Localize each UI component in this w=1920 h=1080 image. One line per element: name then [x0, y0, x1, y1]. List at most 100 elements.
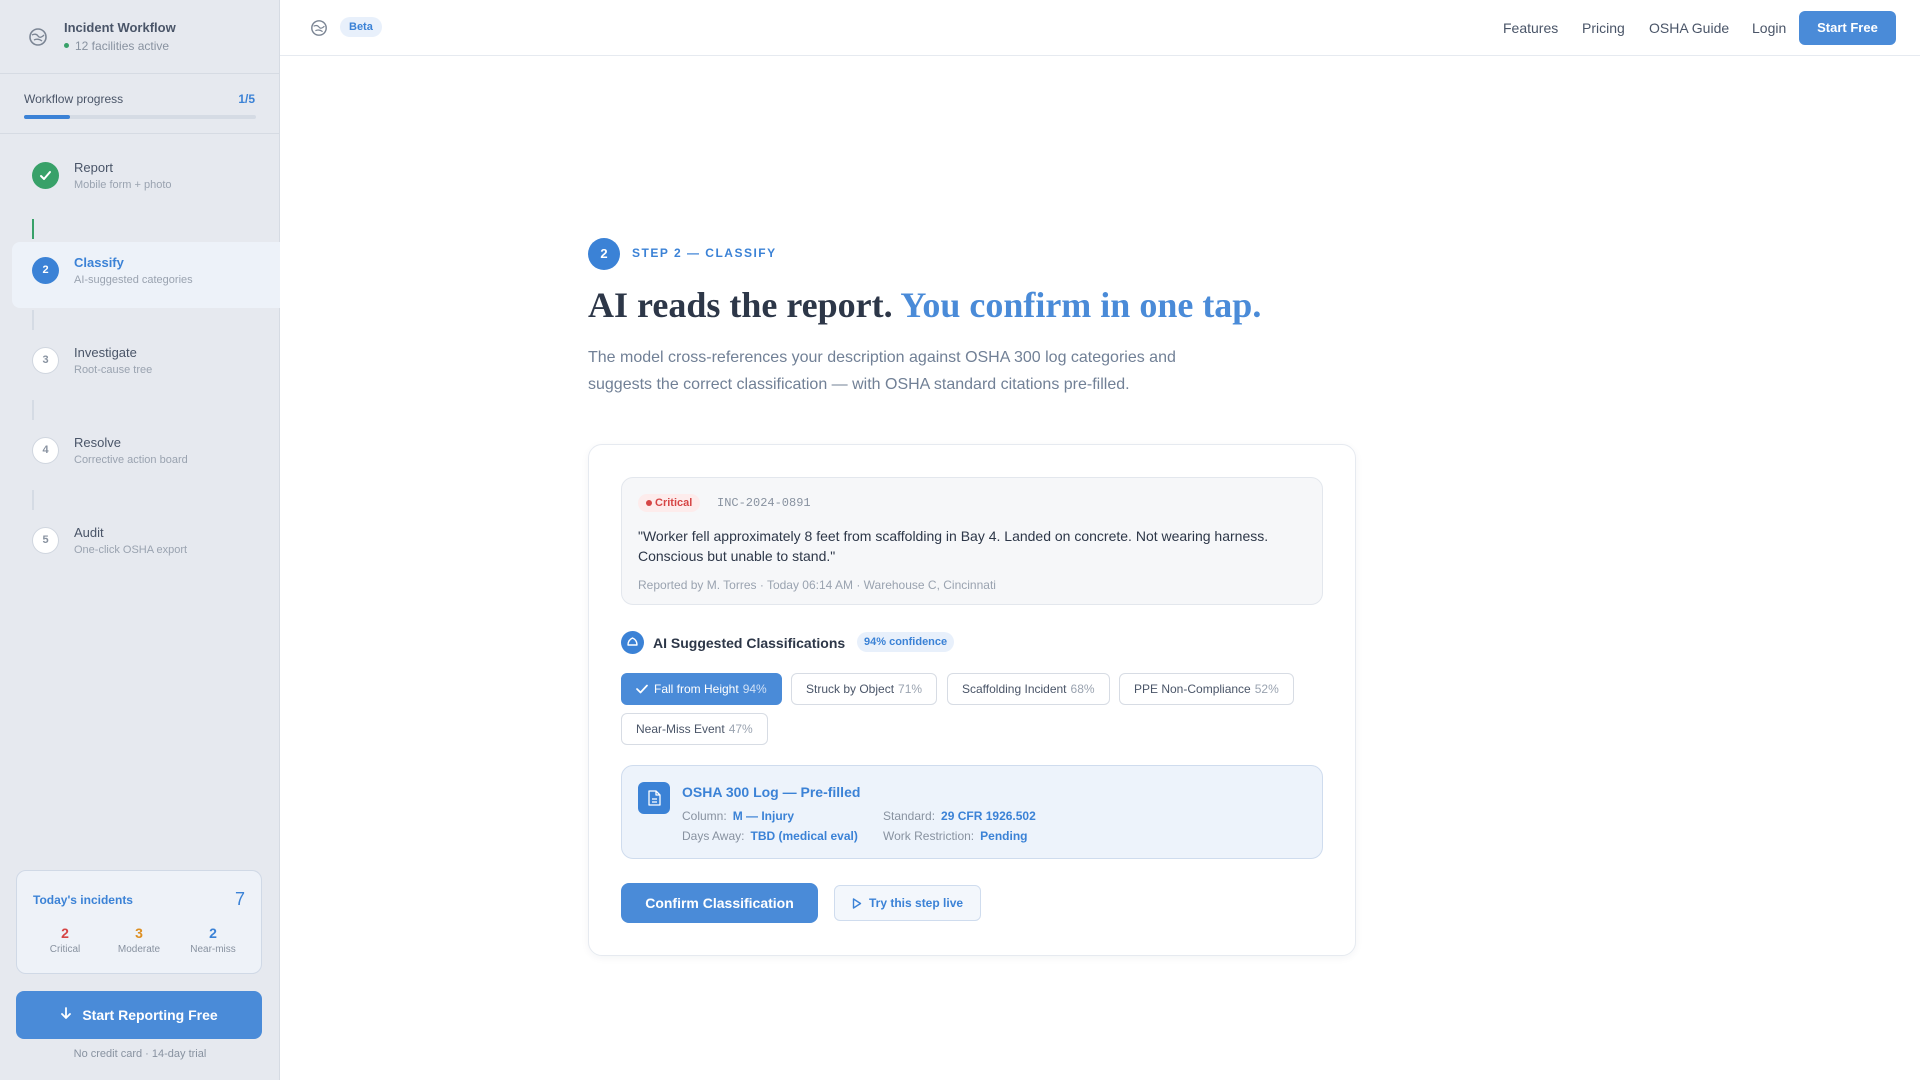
step-number: 2 — [32, 257, 59, 284]
osha-column-value: M — Injury — [732, 809, 795, 823]
chip-label: PPE Non-Compliance — [1134, 682, 1251, 696]
nav-link-pricing[interactable]: Pricing — [1582, 20, 1625, 36]
chip-scaffolding-incident[interactable]: Scaffolding Incident 68% — [947, 673, 1110, 705]
todays-incidents-card: Today's incidents 7 2 Critical 3 Moderat… — [16, 870, 262, 974]
osha-days-away: Days Away: TBD (medical eval) — [682, 829, 858, 843]
step-title: Investigate — [74, 345, 137, 360]
step-classify[interactable]: 2 Classify AI-suggested categories — [12, 242, 280, 308]
ai-suggestions-title: AI Suggested Classifications — [653, 635, 846, 651]
stat-label: Critical — [49, 944, 81, 955]
nav-link-features[interactable]: Features — [1503, 20, 1558, 36]
progress-track — [24, 115, 256, 119]
stat-label: Moderate — [117, 944, 161, 955]
step-connector — [32, 310, 34, 330]
step-title: Classify — [74, 255, 124, 270]
workflow-title: Incident Workflow — [64, 20, 176, 35]
report-meta: Reported by M. Torres · Today 06:14 AM ·… — [638, 578, 996, 592]
try-step-live-button[interactable]: Try this step live — [834, 885, 981, 921]
report-quote: "Worker fell approximately 8 feet from s… — [638, 528, 1269, 564]
trial-note: No credit card · 14-day trial — [73, 1048, 207, 1060]
document-icon — [638, 782, 670, 814]
confidence-badge: 94% confidence — [857, 632, 955, 652]
step-resolve[interactable]: 4 Resolve Corrective action board — [12, 422, 280, 488]
step-connector — [32, 219, 34, 239]
step-desc: Mobile form + photo — [74, 179, 172, 191]
chip-pct: 71% — [898, 682, 923, 696]
step-audit[interactable]: 5 Audit One-click OSHA export — [12, 512, 280, 578]
osha-standard: Standard: 29 CFR 1926.502 — [883, 809, 1036, 823]
start-reporting-label: Start Reporting Free — [82, 1007, 218, 1023]
chip-fall-from-height[interactable]: Fall from Height 94% — [621, 673, 782, 705]
stat-label: Near-miss — [190, 944, 236, 955]
step-number: 3 — [32, 347, 59, 374]
classification-card: Critical INC-2024-0891 "Worker fell appr… — [588, 444, 1356, 956]
confirm-classification-button[interactable]: Confirm Classification — [621, 883, 818, 923]
page-title: AI reads the report. You confirm in one … — [588, 284, 1261, 326]
stat-value: 3 — [135, 925, 143, 941]
osha-restriction-label: Work Restriction: — [883, 829, 975, 843]
chip-near-miss-event[interactable]: Near-Miss Event 47% — [621, 713, 768, 745]
progress-fill — [24, 115, 71, 119]
osha-300-log-panel: OSHA 300 Log — Pre-filled Column: M — Inj… — [621, 765, 1323, 859]
chip-pct: 52% — [1254, 682, 1279, 696]
globe-logo-icon[interactable] — [310, 19, 328, 37]
osha-standard-value: 29 CFR 1926.502 — [941, 809, 1036, 823]
chip-label: Struck by Object — [806, 682, 895, 696]
check-icon — [636, 684, 648, 694]
step-report[interactable]: Report Mobile form + photo — [12, 147, 280, 213]
incidents-total: 7 — [234, 889, 245, 909]
beta-badge: Beta — [340, 17, 382, 37]
top-nav: Beta Features Pricing OSHA Guide Login S… — [280, 0, 1920, 56]
severity-badge: Critical — [638, 494, 701, 512]
osha-restriction-value: Pending — [980, 829, 1028, 843]
incident-id: INC-2024-0891 — [717, 496, 811, 510]
chip-pct: 47% — [728, 722, 753, 736]
step-number: 4 — [32, 437, 59, 464]
sidebar-header: Incident Workflow 12 facilities active — [0, 0, 280, 74]
step-connector — [32, 490, 34, 510]
step-investigate[interactable]: 3 Investigate Root-cause tree — [12, 332, 280, 398]
facilities-status: 12 facilities active — [64, 39, 169, 53]
step-desc: Root-cause tree — [74, 364, 153, 376]
nav-link-login[interactable]: Login — [1752, 20, 1786, 36]
chip-label: Fall from Height — [654, 682, 739, 696]
progress-label: Workflow progress — [24, 92, 124, 106]
chip-pct: 68% — [1070, 682, 1095, 696]
lead-paragraph: The model cross-references your descript… — [588, 349, 1176, 393]
chip-ppe-non-compliance[interactable]: PPE Non-Compliance 52% — [1119, 673, 1294, 705]
chip-label: Scaffolding Incident — [962, 682, 1067, 696]
play-icon — [852, 898, 862, 909]
step-badge: 2 — [588, 238, 620, 270]
incident-stat-moderate: 3 Moderate — [102, 925, 176, 955]
sidebar: Incident Workflow 12 facilities active W… — [0, 0, 280, 1080]
chip-struck-by-object[interactable]: Struck by Object 71% — [791, 673, 938, 705]
step-desc: AI-suggested categories — [74, 274, 193, 286]
osha-work-restriction: Work Restriction: Pending — [883, 829, 1027, 843]
start-reporting-button[interactable]: Start Reporting Free — [16, 991, 262, 1039]
facilities-label: 12 facilities active — [75, 39, 170, 53]
step-title: Report — [74, 160, 114, 175]
osha-column: Column: M — Injury — [682, 809, 794, 823]
step-desc: One-click OSHA export — [74, 544, 188, 556]
chip-pct: 94% — [742, 682, 767, 696]
osha-standard-label: Standard: — [883, 809, 936, 823]
step-check-icon — [32, 162, 59, 189]
start-free-button[interactable]: Start Free — [1799, 11, 1896, 45]
osha-column-label: Column: — [682, 809, 727, 823]
step-desc: Corrective action board — [74, 454, 188, 466]
step-title: Audit — [74, 525, 104, 540]
ai-icon — [621, 631, 644, 654]
incident-stat-critical: 2 Critical — [28, 925, 102, 955]
check-icon — [40, 171, 51, 180]
osha-days-value: TBD (medical eval) — [750, 829, 858, 843]
arrow-down-icon — [60, 991, 72, 1039]
status-dot-icon — [64, 43, 69, 49]
try-step-label: Try this step live — [869, 896, 964, 910]
stat-value: 2 — [61, 925, 69, 941]
nav-link-osha-guide[interactable]: OSHA Guide — [1649, 20, 1729, 36]
incidents-title: Today's incidents — [33, 893, 133, 907]
progress-count: 1/5 — [238, 92, 255, 106]
headline-main: AI reads the report. — [588, 285, 893, 325]
step-number: 5 — [32, 527, 59, 554]
globe-logo-icon — [29, 28, 47, 46]
